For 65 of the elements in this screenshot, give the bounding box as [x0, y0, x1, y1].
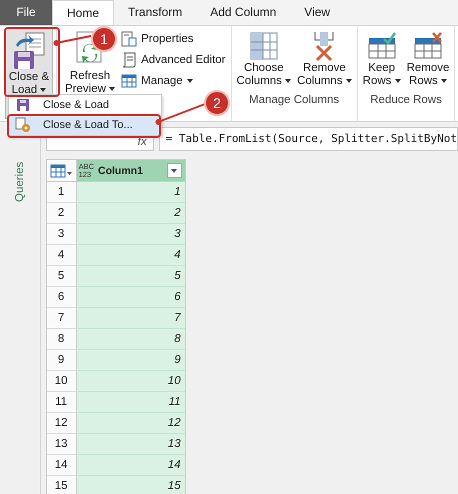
row-number: 7 — [46, 308, 77, 329]
row-number: 1 — [46, 182, 77, 203]
leader-line — [155, 102, 207, 126]
row-number: 8 — [46, 329, 77, 350]
table-cell: 6 — [76, 287, 185, 308]
queries-label[interactable]: Queries — [14, 154, 26, 202]
table-cell: 11 — [76, 392, 185, 413]
ribbon-button[interactable]: Advanced Editor — [119, 51, 228, 69]
row-number: 9 — [46, 350, 77, 371]
formula-field[interactable]: = Table.FromList(Source, Splitter.SplitByNot — [158, 127, 458, 151]
ribbon-button[interactable]: Choose Columns — [234, 28, 294, 90]
row-number: 4 — [46, 245, 77, 266]
ribbon-button[interactable]: Keep Rows — [360, 28, 403, 90]
ribbon-tab[interactable]: Home — [52, 0, 114, 25]
row-number: 11 — [46, 392, 77, 413]
row-number: 5 — [46, 266, 77, 287]
ribbon-button[interactable]: Properties — [119, 30, 228, 48]
table-cell: 12 — [76, 413, 185, 434]
ribbon-button[interactable]: Remove Rows — [404, 28, 452, 90]
row-number: 10 — [46, 371, 77, 392]
properties-icon — [121, 31, 138, 47]
table-cell: 14 — [76, 455, 185, 476]
caret-icon — [171, 168, 178, 172]
table-cell: 7 — [76, 308, 185, 329]
row-number: 14 — [46, 455, 77, 476]
row-number: 6 — [46, 287, 77, 308]
table-cell: 4 — [76, 245, 185, 266]
table-cell: 15 — [76, 476, 185, 494]
ribbon-tab[interactable]: View — [290, 0, 344, 25]
save-icon — [12, 31, 46, 71]
ribbon-tab[interactable]: Transform — [114, 0, 196, 25]
save-icon — [15, 97, 31, 113]
caret-icon — [441, 78, 447, 83]
table-cell: 5 — [76, 266, 185, 287]
row-number: 3 — [46, 224, 77, 245]
caret-icon — [394, 78, 401, 83]
leader-line — [53, 33, 93, 47]
ribbon-button[interactable]: Remove Columns — [295, 28, 354, 90]
menu-item[interactable]: Close & Load To... — [9, 115, 161, 135]
ribbon-button[interactable]: Manage — [119, 72, 228, 90]
table-cell: 9 — [76, 350, 185, 371]
row-number: 12 — [46, 413, 77, 434]
table-cell: 13 — [76, 434, 185, 455]
group-label: Manage Columns — [249, 94, 340, 106]
table-cell: 1 — [76, 182, 185, 203]
column-name: Column1 — [98, 164, 144, 176]
caret-icon — [285, 78, 292, 83]
columns-icon — [248, 30, 279, 62]
table-icon — [50, 164, 72, 178]
row-number: 2 — [46, 203, 77, 224]
table-cell: 3 — [76, 224, 185, 245]
ribbon-tab[interactable]: File — [0, 0, 52, 25]
highlight-frame — [4, 27, 60, 97]
ribbon-tab[interactable]: Add Column — [196, 0, 290, 25]
table-cell: 2 — [76, 203, 185, 224]
filter-button[interactable] — [166, 163, 182, 178]
table-cell: 8 — [76, 329, 185, 350]
table-icon — [121, 73, 138, 89]
caret-icon — [346, 78, 352, 83]
table-menu-button[interactable] — [46, 160, 77, 182]
row-number: 15 — [46, 476, 77, 494]
table-cell: 10 — [76, 371, 185, 392]
group-label: Reduce Rows — [370, 94, 442, 106]
scroll-icon — [121, 52, 138, 68]
row-number: 13 — [46, 434, 77, 455]
